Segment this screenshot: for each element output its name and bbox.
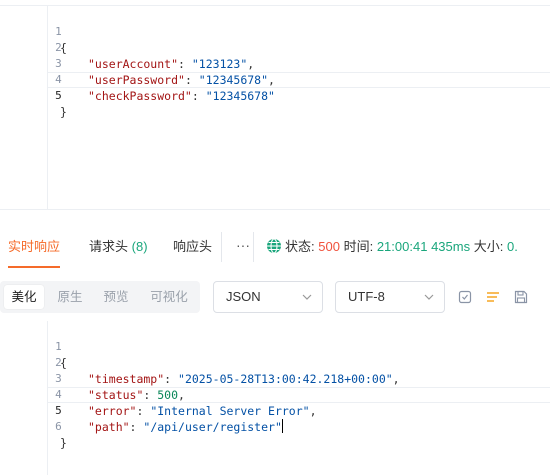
response-tab-bar: 实时响应 请求头 (8) 响应头 ··· 状态: 500 时间: 21:00:4…: [0, 226, 550, 268]
code-line: 3 "userPassword": "12345678",: [0, 40, 275, 87]
code-line: 2 "timestamp": "2025-05-28T13:00:42.218+…: [0, 339, 400, 386]
encoding-select[interactable]: UTF-8: [335, 281, 445, 313]
header-count-badge: (8): [131, 239, 148, 254]
json-key: "userAccount": [88, 57, 179, 71]
json-value: "/api/user/register": [143, 420, 282, 434]
tab-realtime-response[interactable]: 实时响应: [8, 226, 61, 268]
tab-request-headers[interactable]: 请求头 (8): [89, 226, 148, 268]
json-brace: }: [60, 436, 67, 450]
response-size: 0.: [506, 239, 518, 254]
json-value: "Internal Server Error": [150, 404, 310, 418]
line-number: 3: [55, 372, 62, 385]
code-line: 5 }: [0, 72, 67, 119]
line-number: 2: [55, 41, 62, 54]
more-icon: ···: [236, 237, 250, 253]
line-number: 5: [55, 89, 62, 102]
line-number: 5: [55, 404, 62, 417]
json-value: "2025-05-28T13:00:42.218+00:00": [178, 372, 393, 386]
view-mode-visualize[interactable]: 可视化: [142, 285, 196, 309]
divider: [221, 232, 222, 262]
line-number: 1: [55, 25, 62, 38]
line-number: 1: [55, 340, 62, 353]
code-line: 1 {: [0, 323, 67, 370]
json-key: "timestamp": [88, 372, 165, 386]
json-entry: "checkPassword": "12345678": [88, 89, 275, 103]
divider: [253, 232, 254, 262]
text-cursor: [281, 419, 283, 433]
tab-response-headers[interactable]: 响应头: [173, 226, 212, 268]
chevron-down-icon: [424, 294, 434, 300]
json-key: "error": [88, 404, 137, 418]
status-label: 状态:: [285, 239, 315, 254]
json-entry: "path": "/api/user/register": [88, 419, 283, 434]
response-time: 21:00:41: [376, 239, 428, 254]
json-key: "checkPassword": [88, 89, 192, 103]
json-value: "12345678": [205, 89, 275, 103]
json-key: "userPassword": [88, 73, 185, 87]
code-line: 2 "userAccount": "123123",: [0, 24, 254, 71]
format-select[interactable]: JSON: [213, 281, 323, 313]
view-mode-preview[interactable]: 预览: [96, 285, 136, 309]
status-code: 500: [318, 239, 340, 254]
line-number: 4: [55, 73, 62, 86]
code-line: 1 {: [0, 8, 67, 55]
json-brace: }: [60, 105, 67, 119]
code-line: 5 "path": "/api/user/register": [0, 387, 283, 434]
line-number: 4: [55, 388, 62, 401]
view-mode-switch: 美化 原生 预览 可视化: [0, 281, 200, 313]
code-line: 4 "error": "Internal Server Error",: [0, 371, 316, 418]
json-entry: "userAccount": "123123",: [88, 57, 255, 71]
format-lines-icon[interactable]: [485, 289, 501, 305]
json-key: "status": [88, 388, 144, 402]
view-mode-pretty[interactable]: 美化: [4, 285, 44, 309]
json-entry: "userPassword": "12345678",: [88, 73, 275, 87]
tab-label: 请求头: [89, 239, 129, 254]
encoding-select-value: UTF-8: [348, 289, 385, 304]
tab-label: 响应头: [173, 239, 213, 254]
json-value: "12345678": [198, 73, 269, 87]
response-body-viewer[interactable]: 1 { 2 "timestamp": "2025-05-28T13:00:42.…: [0, 321, 550, 475]
size-label: 大小:: [473, 239, 504, 254]
code-line: 4 "checkPassword": "12345678": [0, 56, 275, 103]
tab-label: 实时响应: [8, 239, 61, 254]
json-entry: "error": "Internal Server Error",: [88, 404, 317, 418]
response-duration: 435ms: [431, 239, 471, 254]
code-line: 6 }: [0, 403, 67, 450]
format-select-value: JSON: [226, 289, 261, 304]
chevron-down-icon: [302, 294, 312, 300]
globe-icon: [267, 238, 281, 254]
line-number: 6: [55, 420, 62, 433]
json-value: 500: [157, 388, 179, 402]
request-body-editor[interactable]: 1 { 2 "userAccount": "123123", 3 "userPa…: [0, 5, 550, 210]
copy-check-icon[interactable]: [457, 289, 473, 305]
json-key: "path": [88, 420, 130, 434]
json-entry: "timestamp": "2025-05-28T13:00:42.218+00…: [88, 372, 400, 386]
json-entry: "status": 500,: [88, 388, 185, 402]
line-number: 3: [55, 57, 62, 70]
line-number: 2: [55, 356, 62, 369]
code-line: 3 "status": 500,: [0, 355, 185, 402]
json-value: "123123": [191, 57, 248, 71]
save-icon[interactable]: [513, 289, 529, 305]
time-label: 时间:: [343, 239, 374, 254]
response-status-bar: 状态: 500 时间: 21:00:41 435ms 大小: 0.: [266, 226, 518, 268]
more-tabs-button[interactable]: ···: [236, 226, 250, 268]
view-mode-raw[interactable]: 原生: [50, 285, 90, 309]
